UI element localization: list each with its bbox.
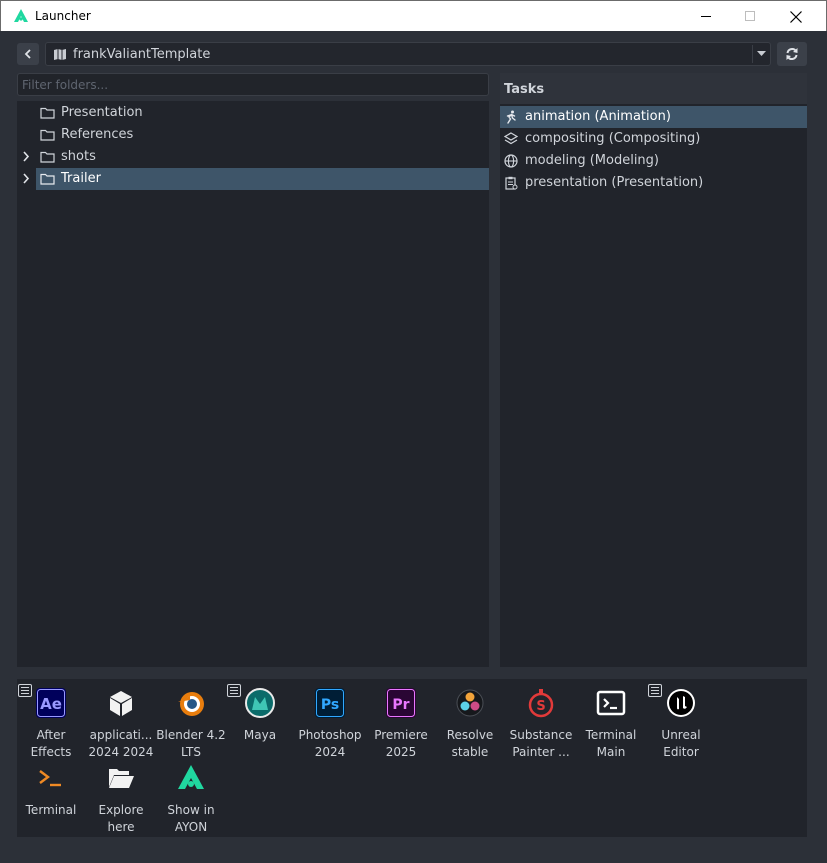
dropdown-separator — [752, 45, 753, 63]
svg-text:Pr: Pr — [392, 697, 409, 713]
folder-icon — [40, 107, 55, 119]
app-label: applicati... 2024 2024 — [88, 728, 154, 759]
blender-icon — [178, 692, 204, 716]
app-label: After Effects — [30, 728, 72, 759]
window-title: Launcher — [35, 9, 91, 23]
project-name: frankValiantTemplate — [73, 47, 211, 62]
maximize-icon — [744, 11, 755, 21]
folder-open-icon — [109, 769, 134, 788]
task-row-compositing[interactable]: compositing (Compositing) — [500, 128, 807, 150]
tasks-panel: Tasks animation (Animation) compositing … — [500, 73, 807, 667]
maximize-button[interactable] — [727, 1, 773, 32]
folder-row-shots[interactable]: shots — [17, 146, 489, 168]
chevron-left-icon — [24, 49, 31, 59]
menu-icon[interactable] — [18, 684, 32, 697]
app-label: Blender 4.2 LTS — [156, 728, 226, 759]
app-label: Explore here — [98, 803, 144, 834]
folder-icon — [40, 129, 55, 141]
folder-row-trailer[interactable]: Trailer — [17, 168, 489, 190]
running-icon — [506, 110, 516, 124]
folder-icon — [40, 173, 55, 185]
map-icon — [54, 49, 66, 60]
filter-folders-input[interactable] — [17, 73, 489, 96]
close-icon — [790, 10, 802, 23]
folder-label: shots — [61, 149, 96, 164]
clipboard-icon — [505, 176, 518, 190]
back-button[interactable] — [17, 43, 39, 65]
app-label: Photoshop 2024 — [298, 728, 362, 759]
title-bar: Launcher — [0, 0, 827, 31]
selection-highlight — [36, 168, 489, 190]
substance-painter-icon: S — [528, 689, 554, 718]
folder-label: References — [61, 127, 134, 142]
ayon-logo-icon — [14, 9, 28, 22]
applications-panel: Ae After Effects applicati... 2024 2024 … — [17, 679, 807, 837]
task-row-presentation[interactable]: presentation (Presentation) — [500, 172, 807, 194]
app-label: Premiere 2025 — [374, 728, 428, 759]
tasks-header-label: Tasks — [504, 82, 545, 97]
terminal-icon — [39, 770, 61, 787]
terminal-main-icon — [596, 690, 626, 716]
unreal-icon — [667, 689, 695, 717]
svg-text:Ps: Ps — [321, 697, 339, 713]
menu-icon[interactable] — [227, 684, 241, 697]
refresh-button[interactable] — [777, 42, 807, 66]
maya-icon — [245, 688, 275, 718]
app-label: Terminal Main — [585, 728, 637, 759]
task-label: animation (Animation) — [525, 109, 671, 124]
task-row-modeling[interactable]: modeling (Modeling) — [500, 150, 807, 172]
minimize-icon — [700, 16, 711, 17]
layers-icon — [504, 132, 518, 145]
task-label: compositing (Compositing) — [525, 131, 701, 146]
premiere-icon: Pr — [386, 688, 416, 718]
menu-icon[interactable] — [648, 684, 662, 697]
ayon-icon — [178, 765, 204, 789]
project-selector[interactable]: frankValiantTemplate — [45, 42, 771, 66]
svg-text:S: S — [536, 699, 545, 714]
refresh-icon — [786, 48, 798, 60]
chevron-down-icon[interactable] — [757, 51, 766, 57]
chevron-right-icon[interactable] — [22, 151, 30, 162]
app-label: Unreal Editor — [661, 728, 701, 759]
app-label: Substance Painter ... — [509, 728, 573, 759]
app-label: Show in AYON — [167, 803, 215, 834]
app-label: Resolve stable — [446, 728, 494, 759]
app-label: Maya — [243, 728, 277, 742]
close-button[interactable] — [773, 1, 819, 32]
svg-text:Ae: Ae — [40, 695, 62, 713]
minimize-button[interactable] — [683, 1, 729, 32]
resolve-icon — [456, 689, 484, 717]
task-label: presentation (Presentation) — [525, 175, 704, 190]
chevron-right-icon[interactable] — [22, 173, 30, 184]
folder-row-presentation[interactable]: Presentation — [17, 102, 489, 124]
folder-icon — [40, 151, 55, 163]
after-effects-icon: Ae — [36, 688, 66, 718]
tasks-header: Tasks — [500, 73, 807, 104]
cube-icon — [110, 691, 132, 716]
app-label: Terminal — [25, 803, 77, 817]
folder-label: Presentation — [61, 105, 143, 120]
folder-label: Trailer — [61, 171, 101, 186]
task-label: modeling (Modeling) — [525, 153, 659, 168]
task-row-animation[interactable]: animation (Animation) — [500, 106, 807, 128]
globe-icon — [504, 154, 518, 168]
folder-row-references[interactable]: References — [17, 124, 489, 146]
folders-tree: Presentation References shots Trailer — [17, 101, 489, 667]
photoshop-icon: Ps — [315, 688, 345, 718]
